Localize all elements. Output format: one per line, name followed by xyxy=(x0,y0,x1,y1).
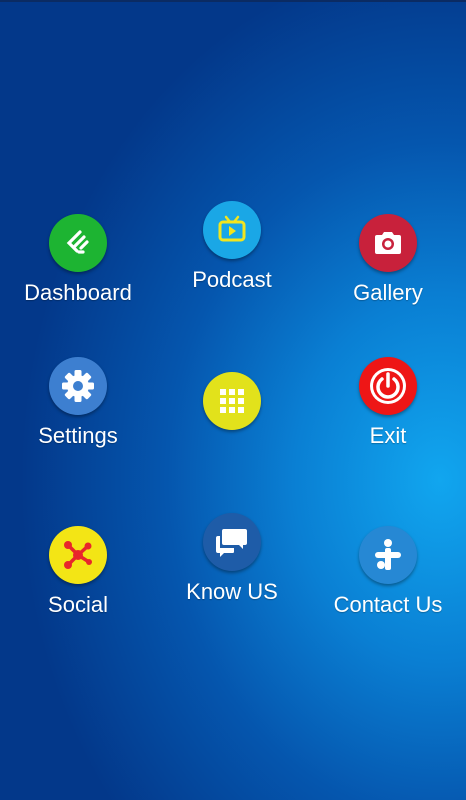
contact-us-label: Contact Us xyxy=(333,592,443,617)
social-button[interactable]: Social xyxy=(3,526,153,618)
dashboard-button[interactable]: Dashboard xyxy=(3,214,153,306)
gallery-button[interactable]: Gallery xyxy=(313,214,463,306)
tunein-icon xyxy=(359,526,417,584)
know-us-label: Know US xyxy=(186,579,278,604)
exit-button[interactable]: Exit xyxy=(313,357,463,449)
podcast-button[interactable]: Podcast xyxy=(157,201,307,293)
know-us-button[interactable]: Know US xyxy=(157,513,307,605)
social-label: Social xyxy=(48,592,108,617)
power-icon xyxy=(359,357,417,415)
tv-play-icon xyxy=(203,201,261,259)
camera-icon xyxy=(359,214,417,272)
podcast-label: Podcast xyxy=(192,267,272,292)
exit-label: Exit xyxy=(369,423,407,448)
gallery-label: Gallery xyxy=(353,280,423,305)
grid-icon xyxy=(203,372,261,430)
social-network-icon xyxy=(49,526,107,584)
settings-label: Settings xyxy=(38,423,118,448)
dashboard-label: Dashboard xyxy=(24,280,132,305)
chat-bubbles-icon xyxy=(203,513,261,571)
contact-us-button[interactable]: Contact Us xyxy=(313,526,463,618)
apps-grid-button[interactable] xyxy=(157,372,307,430)
settings-button[interactable]: Settings xyxy=(3,357,153,449)
feedly-icon xyxy=(49,214,107,272)
gear-icon xyxy=(49,357,107,415)
status-strip xyxy=(0,0,466,2)
